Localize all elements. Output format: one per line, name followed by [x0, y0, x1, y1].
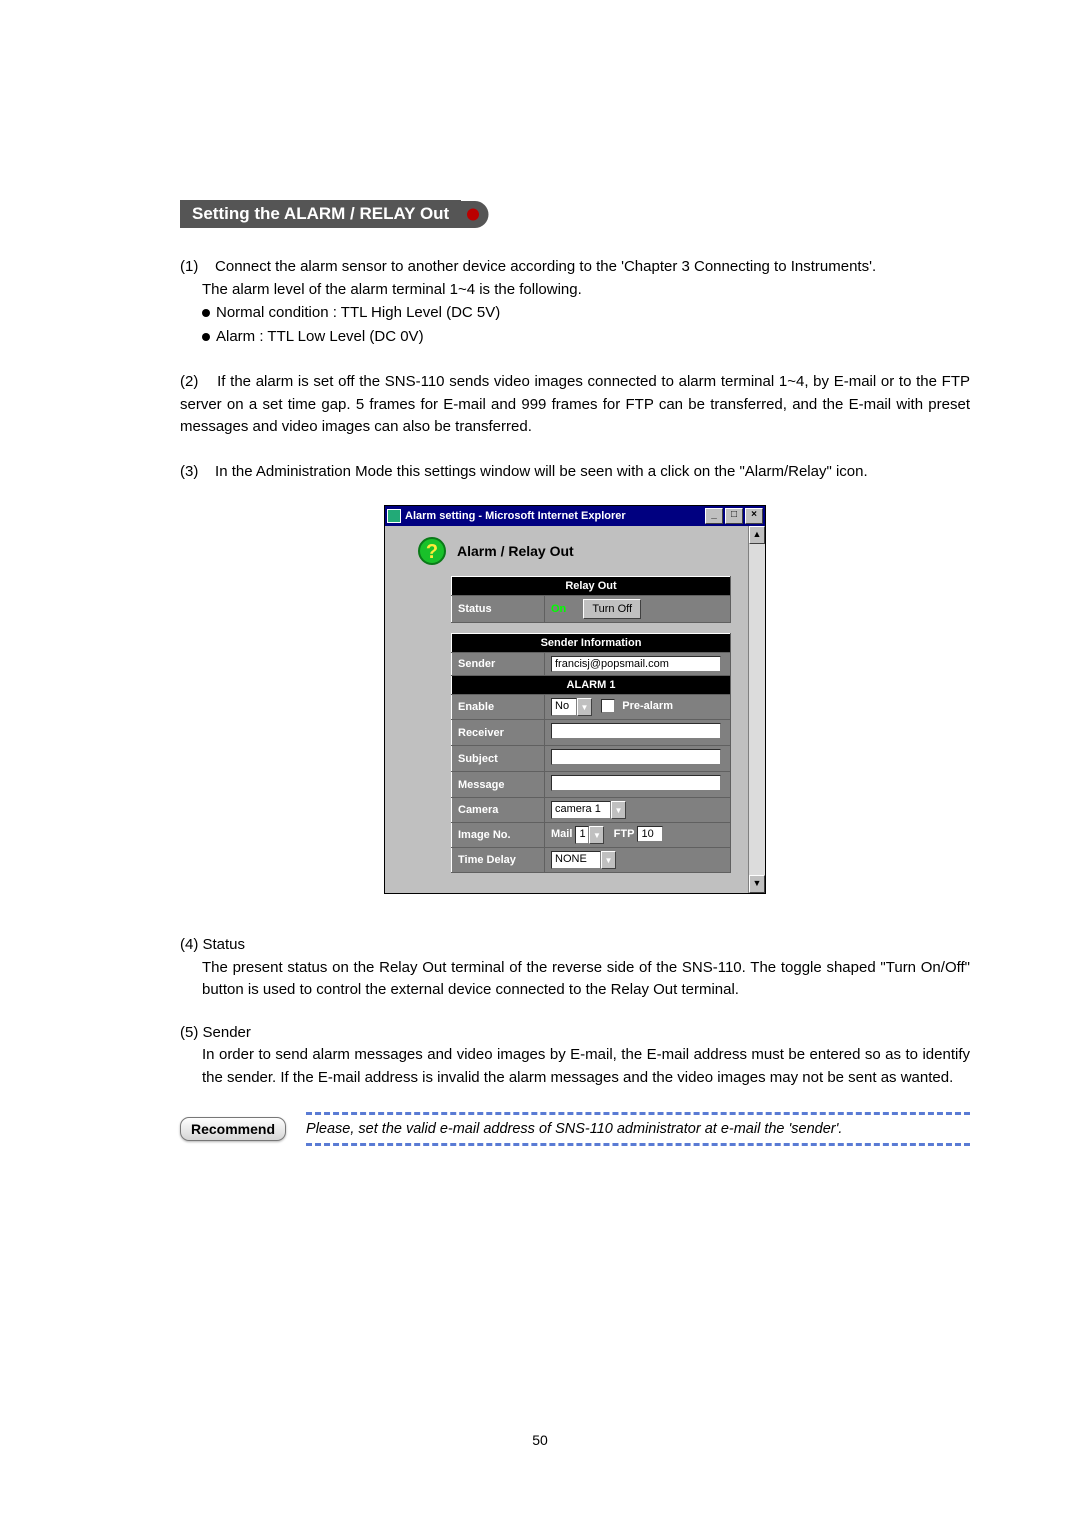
page-number: 50 [0, 1432, 1080, 1448]
status-value: On [551, 603, 566, 615]
panel-heading: ? Alarm / Relay Out [417, 536, 742, 566]
p1-bullet-2: Alarm : TTL Low Level (DC 0V) [216, 325, 424, 349]
alarm-setting-window: Alarm setting - Microsoft Internet Explo… [384, 505, 766, 894]
sender-input[interactable]: francisj@popsmail.com [551, 656, 721, 672]
camera-label: Camera [452, 798, 545, 823]
p1-bullet-1: Normal condition : TTL High Level (DC 5V… [216, 301, 500, 325]
sender-label: Sender [452, 653, 545, 676]
scroll-track[interactable] [749, 544, 765, 875]
enable-label: Enable [452, 695, 545, 720]
alarm1-header: ALARM 1 [452, 676, 731, 695]
scroll-up-icon[interactable]: ▲ [749, 526, 765, 544]
minimize-button[interactable]: _ [705, 508, 723, 524]
timedelay-label: Time Delay [452, 848, 545, 873]
window-title: Alarm setting - Microsoft Internet Explo… [405, 510, 703, 522]
message-label: Message [452, 772, 545, 798]
paragraph-2: (2) If the alarm is set off the SNS-110 … [180, 371, 970, 439]
relay-out-table: Relay Out Status On Turn Off [451, 576, 731, 623]
paragraph-3: (3) In the Administration Mode this sett… [180, 461, 970, 484]
sender-info-header: Sender Information [452, 634, 731, 653]
section-heading: Setting the ALARM / RELAY Out [180, 200, 970, 228]
chevron-down-icon: ▼ [589, 826, 604, 844]
subject-input[interactable] [551, 749, 721, 765]
ie-icon [387, 509, 401, 523]
chevron-down-icon: ▼ [611, 801, 626, 819]
imageno-label: Image No. [452, 823, 545, 848]
item-4-head: (4) Status [180, 934, 970, 957]
chevron-down-icon: ▼ [601, 851, 616, 869]
turn-off-button[interactable]: Turn Off [583, 599, 641, 619]
recommend-row: Recommend Please, set the valid e-mail a… [180, 1109, 970, 1149]
question-icon: ? [417, 536, 447, 566]
camera-select[interactable]: camera 1▼ [551, 801, 626, 819]
item-4: (4) Status The present status on the Rel… [180, 934, 970, 1002]
p3-text: In the Administration Mode this settings… [215, 463, 868, 480]
item-5: (5) Sender In order to send alarm messag… [180, 1022, 970, 1090]
bullet-icon [202, 333, 210, 341]
receiver-input[interactable] [551, 723, 721, 739]
p2-text: If the alarm is set off the SNS-110 send… [180, 373, 970, 435]
item-5-head: (5) Sender [180, 1022, 970, 1045]
mail-label: Mail [551, 828, 572, 840]
p3-number: (3) [180, 463, 198, 480]
enable-select[interactable]: No▼ [551, 698, 592, 716]
svg-text:?: ? [426, 541, 438, 563]
receiver-label: Receiver [452, 720, 545, 746]
close-button[interactable]: × [745, 508, 763, 524]
recommend-badge: Recommend [180, 1117, 286, 1141]
item-4-body: The present status on the Relay Out term… [180, 957, 970, 1002]
p2-number: (2) [180, 373, 198, 390]
p1-number: (1) [180, 258, 198, 275]
paragraph-1: (1) Connect the alarm sensor to another … [180, 256, 970, 349]
prealarm-label: Pre-alarm [622, 700, 673, 712]
timedelay-select[interactable]: NONE▼ [551, 851, 616, 869]
relay-out-header: Relay Out [452, 577, 731, 596]
ftp-count-input[interactable]: 10 [637, 826, 663, 842]
section-title: Setting the ALARM / RELAY Out [180, 200, 461, 228]
dashed-rule-bottom [306, 1143, 970, 1146]
dashed-rule-top [306, 1112, 970, 1115]
ftp-label: FTP [614, 828, 635, 840]
subject-label: Subject [452, 746, 545, 772]
vertical-scrollbar[interactable]: ▲ ▼ [748, 526, 765, 893]
bullet-icon [202, 309, 210, 317]
chevron-down-icon: ▼ [577, 698, 592, 716]
p1-line1: Connect the alarm sensor to another devi… [215, 258, 876, 275]
scroll-down-icon[interactable]: ▼ [749, 875, 765, 893]
maximize-button[interactable]: □ [725, 508, 743, 524]
panel-title-text: Alarm / Relay Out [457, 543, 574, 559]
mail-count-select[interactable]: 1▼ [575, 826, 604, 844]
p1-line2: The alarm level of the alarm terminal 1~… [180, 281, 582, 298]
heading-tail-icon [461, 201, 489, 228]
item-5-body: In order to send alarm messages and vide… [180, 1044, 970, 1089]
window-titlebar[interactable]: Alarm setting - Microsoft Internet Explo… [385, 506, 765, 526]
message-input[interactable] [551, 775, 721, 791]
prealarm-checkbox[interactable] [601, 699, 615, 713]
status-label: Status [452, 596, 545, 623]
p1-bullets: Normal condition : TTL High Level (DC 5V… [180, 301, 970, 349]
recommend-text: Please, set the valid e-mail address of … [306, 1118, 970, 1140]
sender-alarm-table: Sender Information Sender francisj@popsm… [451, 633, 731, 873]
